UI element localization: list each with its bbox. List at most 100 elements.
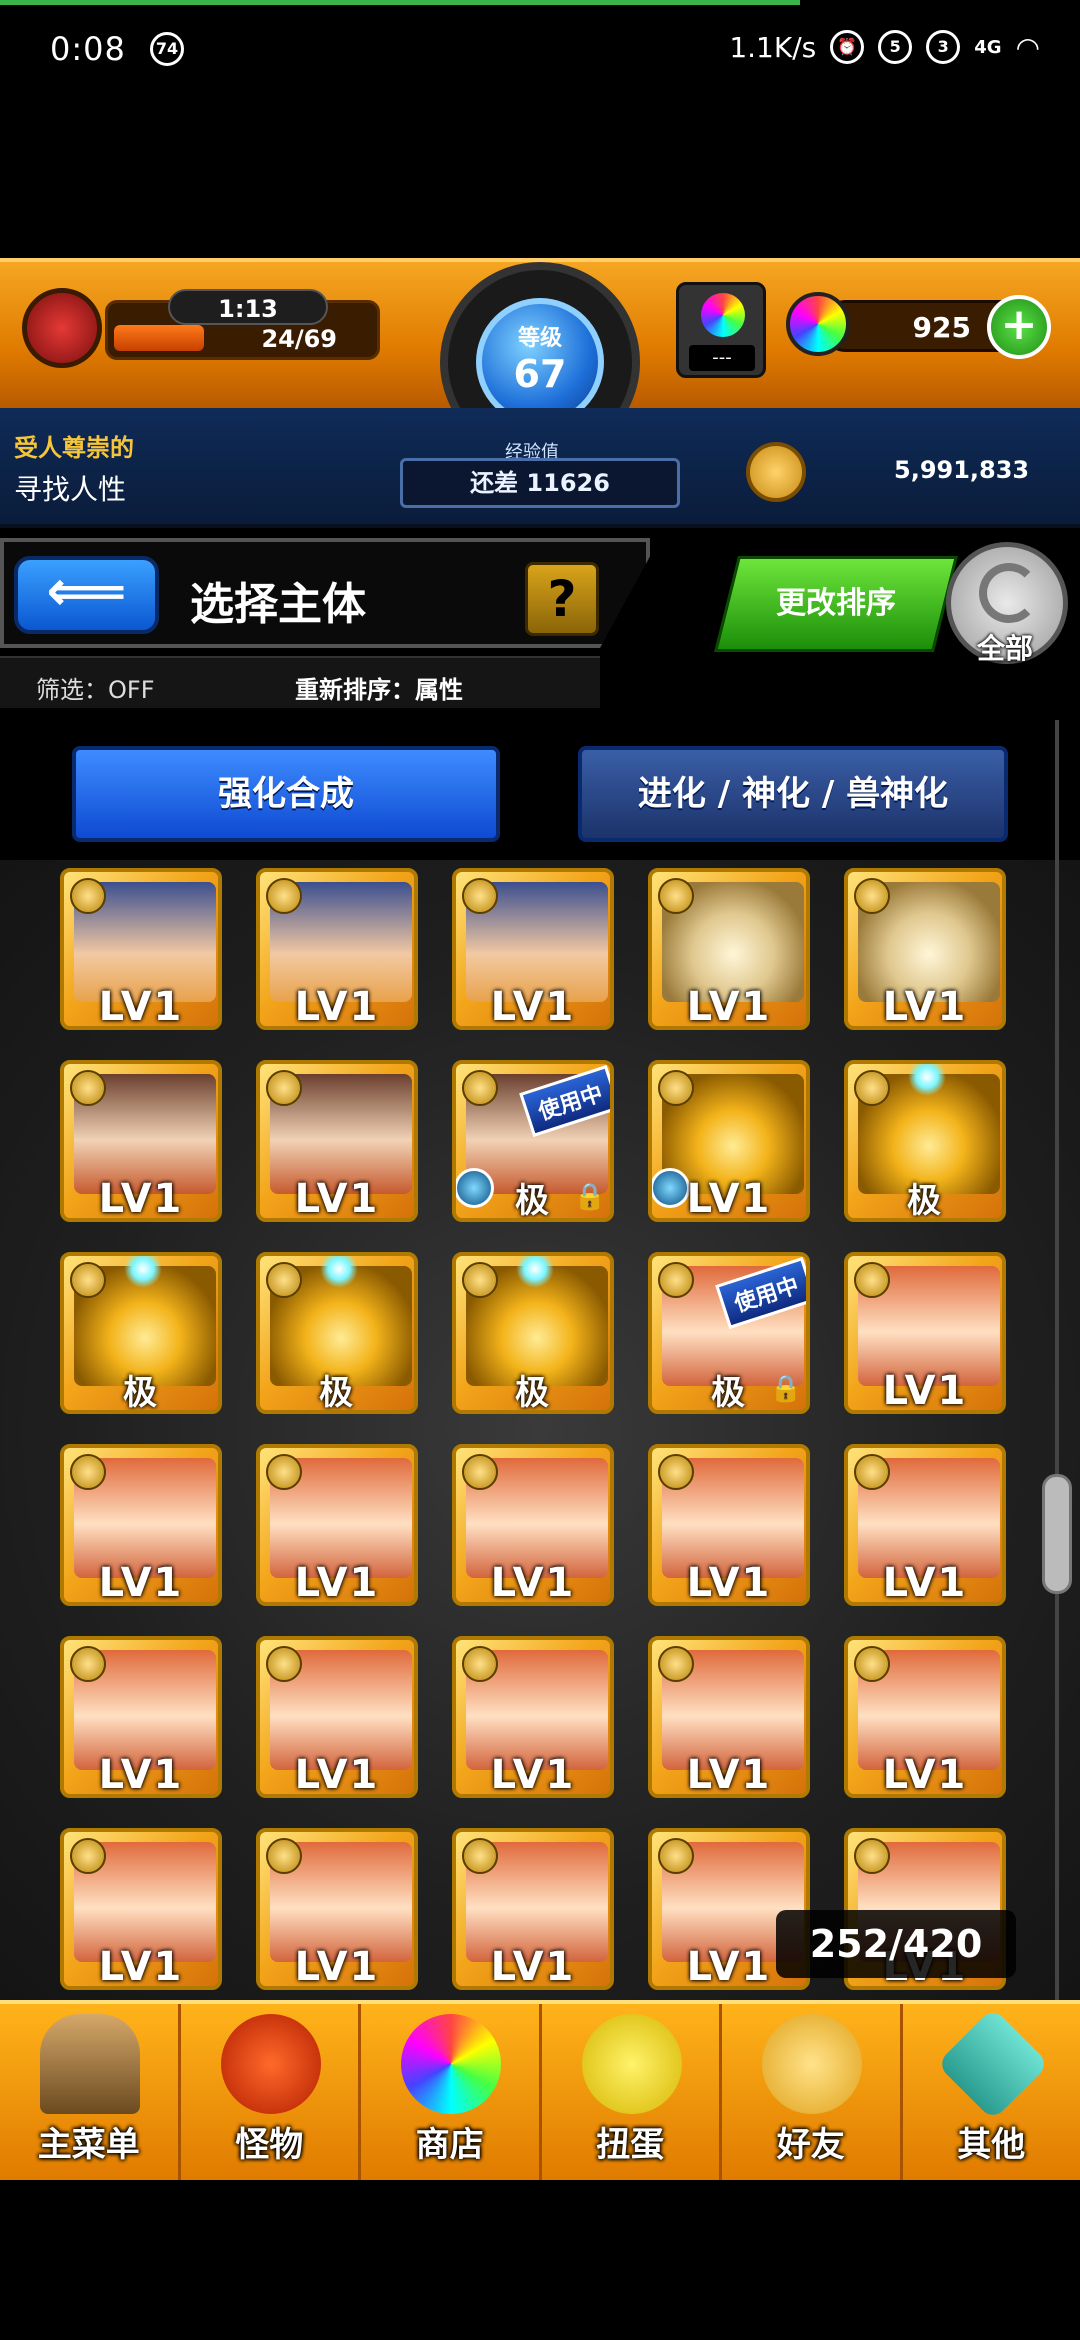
element-icon bbox=[70, 1838, 106, 1874]
element-icon bbox=[462, 878, 498, 914]
monster-card[interactable]: LV1 bbox=[648, 868, 810, 1030]
monster-level-label: LV1 bbox=[882, 984, 968, 1030]
monster-level-label: LV1 bbox=[294, 1560, 380, 1606]
monster-card[interactable]: LV1 bbox=[452, 1828, 614, 1990]
monster-card[interactable]: LV1 bbox=[60, 1444, 222, 1606]
monster-card[interactable]: LV1 bbox=[648, 1444, 810, 1606]
monster-level-label: LV1 bbox=[686, 1176, 772, 1222]
monster-level-label: LV1 bbox=[686, 1560, 772, 1606]
monster-card[interactable]: LV1 bbox=[452, 868, 614, 1030]
evolve-button[interactable]: 进化 / 神化 / 兽神化 bbox=[578, 746, 1008, 842]
monster-level-label: LV1 bbox=[98, 984, 184, 1030]
nav-label: 其他 bbox=[957, 2125, 1026, 2165]
nav-gacha[interactable]: 扭蛋 bbox=[542, 2004, 722, 2180]
monster-level-label: 极 bbox=[319, 1373, 355, 1413]
monster-level-label: LV1 bbox=[490, 1944, 576, 1990]
monster-card[interactable]: 极 bbox=[452, 1252, 614, 1414]
monster-level-label: LV1 bbox=[294, 984, 380, 1030]
monster-card[interactable]: LV1 bbox=[256, 1444, 418, 1606]
orb-count: 925 bbox=[912, 311, 971, 344]
element-icon bbox=[854, 878, 890, 914]
element-icon bbox=[70, 1646, 106, 1682]
back-button[interactable]: ⟸ bbox=[14, 556, 159, 634]
element-icon bbox=[462, 1838, 498, 1874]
monster-card[interactable]: 极 bbox=[844, 1060, 1006, 1222]
change-sort-button[interactable]: 更改排序 bbox=[714, 556, 958, 652]
level-label: 等级 bbox=[517, 326, 562, 351]
nav-label: 怪物 bbox=[235, 2125, 304, 2165]
element-icon bbox=[70, 1454, 106, 1490]
scrollbar-handle[interactable] bbox=[1042, 1474, 1072, 1594]
game-logo-icon bbox=[22, 288, 102, 368]
element-icon bbox=[462, 1646, 498, 1682]
monster-level-label: LV1 bbox=[490, 1560, 576, 1606]
monster-card[interactable]: LV1 bbox=[844, 1252, 1006, 1414]
monster-card[interactable]: LV1 bbox=[452, 1444, 614, 1606]
nav-monsters[interactable]: 怪物 bbox=[181, 2004, 361, 2180]
rainbow-orb-icon bbox=[701, 293, 745, 337]
monster-card[interactable]: LV1 bbox=[256, 1636, 418, 1798]
monster-card[interactable]: 使用中 🔒 极 bbox=[452, 1060, 614, 1222]
notification-badge-icon: 74 bbox=[150, 32, 184, 66]
monster-card[interactable]: LV1 bbox=[452, 1636, 614, 1798]
nav-shop[interactable]: 商店 bbox=[361, 2004, 542, 2180]
nav-other[interactable]: 其他 bbox=[903, 2004, 1080, 2180]
monster-level-label: LV1 bbox=[98, 1176, 184, 1222]
element-icon bbox=[854, 1262, 890, 1298]
buy-orbs-button[interactable]: + bbox=[987, 295, 1051, 359]
loading-progress-line bbox=[0, 0, 800, 5]
monster-card[interactable]: LV1 bbox=[256, 1828, 418, 1990]
scroll-track bbox=[1055, 720, 1059, 2000]
element-icon bbox=[854, 1838, 890, 1874]
monster-card[interactable]: LV1 bbox=[256, 1060, 418, 1222]
monster-card[interactable]: LV1 bbox=[60, 1828, 222, 1990]
monster-card[interactable]: LV1 bbox=[60, 1636, 222, 1798]
monster-card[interactable]: LV1 bbox=[844, 1636, 1006, 1798]
stamina-fill bbox=[114, 325, 204, 351]
nav-main-menu[interactable]: 主菜单 bbox=[0, 2004, 181, 2180]
monster-card[interactable]: 使用中 🔒 极 bbox=[648, 1252, 810, 1414]
nav-label: 好友 bbox=[776, 2125, 845, 2165]
sort-mode[interactable]: 重新排序：属性 bbox=[295, 670, 463, 705]
action-buttons: 强化合成 进化 / 神化 / 兽神化 bbox=[0, 710, 1080, 860]
bottom-nav: 主菜单 怪物 商店 扭蛋 好友 其他 bbox=[0, 2000, 1080, 2180]
element-icon bbox=[462, 1070, 498, 1106]
element-icon bbox=[266, 1070, 302, 1106]
enhance-fusion-button[interactable]: 强化合成 bbox=[72, 746, 500, 842]
monster-card[interactable]: 极 bbox=[256, 1252, 418, 1414]
monster-level-label: LV1 bbox=[686, 1752, 772, 1798]
show-all-button[interactable]: 全部 bbox=[946, 542, 1068, 665]
monster-card[interactable]: LV1 bbox=[256, 868, 418, 1030]
nav-friends[interactable]: 好友 bbox=[722, 2004, 903, 2180]
monster-card[interactable]: 极 bbox=[60, 1252, 222, 1414]
gold-coin-icon bbox=[746, 442, 806, 502]
rainbow-orb-icon bbox=[786, 292, 850, 356]
sparkle-icon bbox=[320, 1256, 358, 1288]
clock: 0:08 bbox=[50, 30, 126, 68]
monster-box: LV1 LV1 LV1 LV1 LV1 LV1 LV1 使用中 🔒 极 LV1 极极极极使用中 🔒 极 LV… bbox=[0, 860, 1080, 2000]
gem-slot-value: --- bbox=[689, 345, 755, 371]
gem-slot[interactable]: --- bbox=[676, 282, 766, 378]
monster-card[interactable]: LV1 bbox=[648, 1636, 810, 1798]
element-icon bbox=[266, 1838, 302, 1874]
wifi-icon: ◠ bbox=[1015, 30, 1040, 64]
player-title: 受人尊崇的 bbox=[14, 434, 134, 462]
player-info-bar: 受人尊崇的 寻找人性 经验值 还差 11626 5,991,833 bbox=[0, 408, 1080, 528]
monster-card[interactable]: LV1 bbox=[60, 868, 222, 1030]
element-icon bbox=[658, 1454, 694, 1490]
level-number: 67 bbox=[513, 352, 567, 396]
help-button[interactable]: ? bbox=[525, 562, 599, 636]
monster-card[interactable]: LV1 bbox=[648, 1060, 810, 1222]
shop-icon bbox=[401, 2014, 501, 2114]
monster-card[interactable]: LV1 bbox=[844, 868, 1006, 1030]
coin-count: 5,991,833 bbox=[894, 456, 1030, 484]
alarm-icon: ⏰ bbox=[830, 30, 865, 64]
monster-card[interactable]: LV1 bbox=[60, 1060, 222, 1222]
filter-bar: 筛选：OFF 重新排序：属性 bbox=[0, 656, 600, 708]
box-capacity-counter: 252/420 bbox=[776, 1910, 1016, 1978]
monster-card[interactable]: LV1 bbox=[844, 1444, 1006, 1606]
change-sort-label: 更改排序 bbox=[776, 586, 896, 621]
element-icon bbox=[658, 1070, 694, 1106]
stamina-count: 24/69 bbox=[261, 325, 337, 353]
filter-toggle[interactable]: 筛选：OFF bbox=[36, 670, 155, 705]
